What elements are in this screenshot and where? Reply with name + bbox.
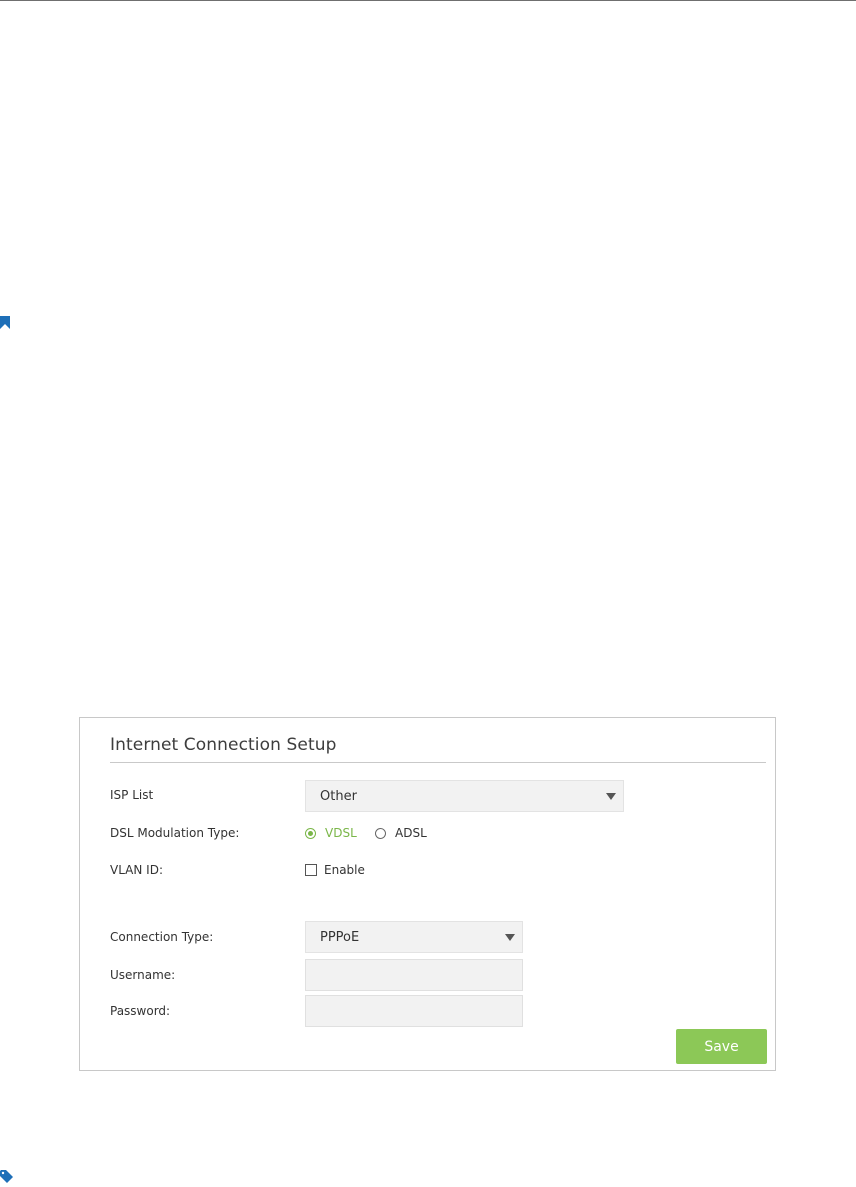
isp-list-value: Other: [320, 789, 357, 804]
connection-type-select[interactable]: PPPoE: [305, 921, 523, 953]
radio-vdsl[interactable]: [305, 828, 316, 839]
title-divider: [110, 762, 766, 763]
password-label: Password:: [110, 1004, 171, 1018]
password-field[interactable]: [305, 995, 523, 1027]
connection-type-value: PPPoE: [320, 930, 360, 945]
vlan-enable-checkbox[interactable]: [305, 864, 317, 876]
chevron-down-icon: [606, 793, 616, 800]
vlan-id-label: VLAN ID:: [110, 863, 163, 877]
radio-adsl-label[interactable]: ADSL: [395, 826, 427, 840]
isp-list-label: ISP List: [110, 788, 154, 802]
radio-adsl[interactable]: [375, 828, 386, 839]
tag-icon: [0, 1168, 13, 1183]
vlan-enable-label[interactable]: Enable: [324, 863, 365, 877]
isp-list-select[interactable]: Other: [305, 780, 624, 812]
internet-connection-setup-panel: Internet Connection Setup ISP List Other…: [79, 717, 776, 1071]
username-field[interactable]: [305, 959, 523, 991]
username-label: Username:: [110, 968, 176, 982]
panel-title: Internet Connection Setup: [110, 735, 337, 755]
top-divider: [0, 0, 856, 1]
connection-type-label: Connection Type:: [110, 930, 214, 944]
radio-vdsl-label[interactable]: VDSL: [325, 826, 357, 840]
bookmark-icon: [0, 314, 10, 329]
radio-selected-dot: [308, 831, 313, 836]
save-button[interactable]: Save: [676, 1029, 767, 1064]
dsl-modulation-label: DSL Modulation Type:: [110, 826, 240, 840]
chevron-down-icon: [505, 934, 515, 941]
